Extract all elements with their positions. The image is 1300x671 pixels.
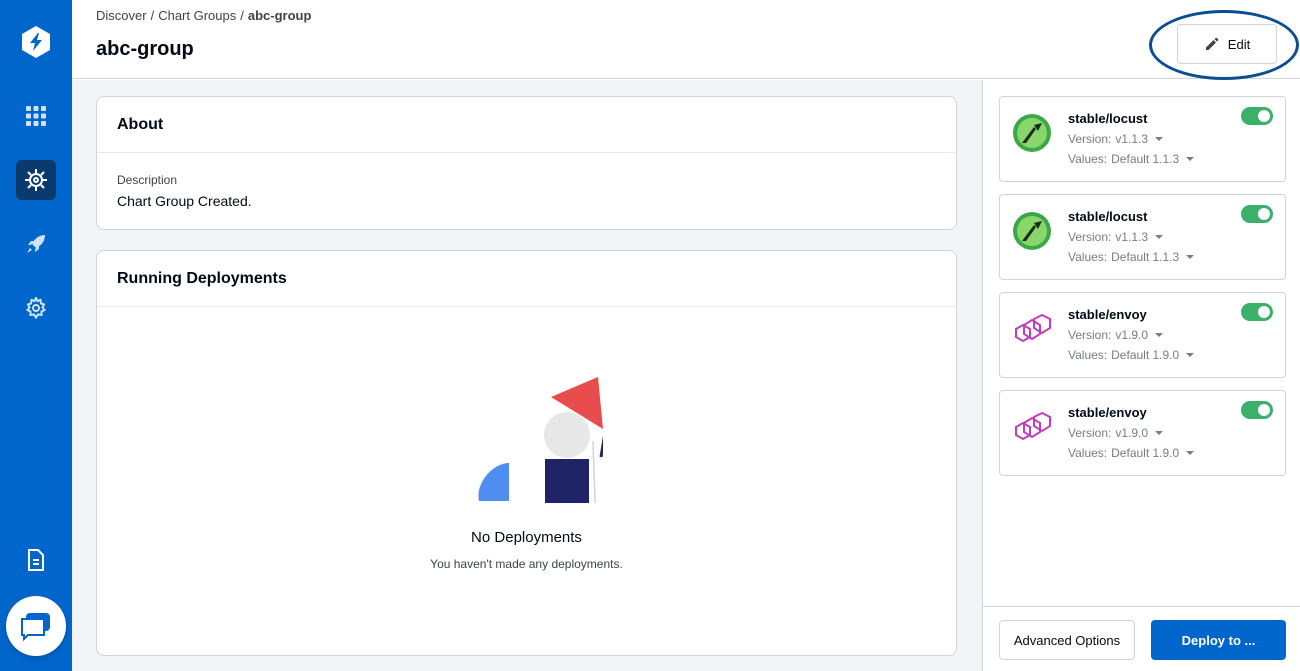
envoy-icon [1015, 313, 1051, 343]
values-label: Values: [1068, 446, 1108, 460]
deploy-rocket-icon[interactable] [16, 224, 56, 264]
caret-down-icon [1155, 137, 1164, 141]
running-deployments-title: Running Deployments [97, 251, 956, 307]
chart-version[interactable]: Version: v1.9.0 [1068, 328, 1164, 342]
locust-icon [1013, 114, 1051, 152]
version-value: v1.9.0 [1115, 328, 1149, 342]
chart-toggle[interactable] [1241, 205, 1273, 223]
chart-card[interactable]: stable/envoy Version: v1.9.0 Values: Defau… [999, 390, 1286, 476]
chart-card[interactable]: stable/locust Version: v1.1.3 Values: Defa… [999, 194, 1286, 280]
apps-grid-icon[interactable] [16, 96, 56, 136]
caret-down-icon [1155, 431, 1164, 435]
values-label: Values: [1068, 250, 1108, 264]
description-label: Description [117, 173, 178, 187]
breadcrumb-chart-groups[interactable]: Chart Groups [158, 8, 236, 23]
caret-down-icon [1155, 333, 1164, 337]
chart-name: stable/locust [1068, 209, 1148, 224]
breadcrumb: Discover / Chart Groups / abc-group [96, 8, 311, 23]
version-label: Version: [1068, 132, 1112, 146]
breadcrumb-current: abc-group [247, 8, 312, 23]
chart-name: stable/envoy [1068, 405, 1147, 420]
chart-card[interactable]: stable/locust Version: v1.1.3 Values: Defa… [999, 96, 1286, 182]
description-value: Chart Group Created. [117, 193, 252, 209]
chart-version[interactable]: Version: v1.9.0 [1068, 426, 1164, 440]
main-content: About Description Chart Group Created. R… [72, 80, 982, 671]
caret-down-icon [1186, 451, 1195, 455]
deploy-to-button[interactable]: Deploy to ... [1151, 620, 1286, 660]
breadcrumb-separator: / [240, 8, 244, 23]
empty-state-illustration [478, 377, 603, 504]
version-value: v1.1.3 [1115, 132, 1149, 146]
caret-down-icon [1186, 157, 1195, 161]
chart-values[interactable]: Values: Default 1.1.3 [1068, 250, 1195, 264]
advanced-options-button[interactable]: Advanced Options [999, 620, 1135, 660]
about-title: About [97, 97, 956, 153]
docs-icon[interactable] [16, 540, 56, 580]
version-value: v1.1.3 [1115, 230, 1149, 244]
caret-down-icon [1186, 353, 1195, 357]
envoy-icon [1015, 411, 1051, 441]
about-card: About Description Chart Group Created. [96, 96, 957, 230]
values-label: Values: [1068, 348, 1108, 362]
chart-toggle[interactable] [1241, 303, 1273, 321]
values-value: Default 1.9.0 [1111, 348, 1180, 362]
chart-name: stable/locust [1068, 111, 1148, 126]
locust-icon [1013, 212, 1051, 250]
chart-list-panel: stable/locust Version: v1.1.3 Values: Defa… [982, 80, 1300, 671]
running-deployments-card: Running Deployments No Deployments You h… [96, 250, 957, 656]
caret-down-icon [1155, 235, 1164, 239]
page-header: Discover / Chart Groups / abc-group abc-grou… [72, 0, 1300, 80]
chart-toggle[interactable] [1241, 401, 1273, 419]
breadcrumb-separator: / [150, 8, 155, 23]
chart-values[interactable]: Values: Default 1.1.3 [1068, 152, 1195, 166]
chart-version[interactable]: Version: v1.1.3 [1068, 132, 1164, 146]
chart-name: stable/envoy [1068, 307, 1147, 322]
values-value: Default 1.1.3 [1111, 250, 1180, 264]
empty-state-title: No Deployments [471, 529, 582, 546]
sidebar [0, 0, 72, 671]
devtron-logo-icon[interactable] [18, 24, 54, 60]
chart-version[interactable]: Version: v1.1.3 [1068, 230, 1164, 244]
values-label: Values: [1068, 152, 1108, 166]
panel-footer: Advanced Options Deploy to ... [983, 606, 1300, 671]
version-label: Version: [1068, 426, 1112, 440]
version-label: Version: [1068, 328, 1112, 342]
charts-helm-icon[interactable] [16, 160, 56, 200]
chart-card[interactable]: stable/envoy Version: v1.9.0 Values: Defau… [999, 292, 1286, 378]
version-label: Version: [1068, 230, 1112, 244]
chart-toggle[interactable] [1241, 107, 1273, 125]
pencil-icon [1205, 37, 1219, 50]
empty-state-subtitle: You haven't made any deployments. [430, 557, 623, 571]
caret-down-icon [1186, 255, 1195, 259]
breadcrumb-discover[interactable]: Discover [96, 8, 147, 23]
chart-values[interactable]: Values: Default 1.9.0 [1068, 446, 1195, 460]
chat-bubble-icon[interactable] [6, 596, 66, 656]
page-title: abc-group [96, 38, 194, 60]
version-value: v1.9.0 [1115, 426, 1149, 440]
settings-gear-icon[interactable] [16, 288, 56, 328]
edit-button[interactable]: Edit [1177, 24, 1277, 64]
values-value: Default 1.9.0 [1111, 446, 1180, 460]
values-value: Default 1.1.3 [1111, 152, 1180, 166]
edit-button-label: Edit [1227, 36, 1251, 52]
chart-values[interactable]: Values: Default 1.9.0 [1068, 348, 1195, 362]
